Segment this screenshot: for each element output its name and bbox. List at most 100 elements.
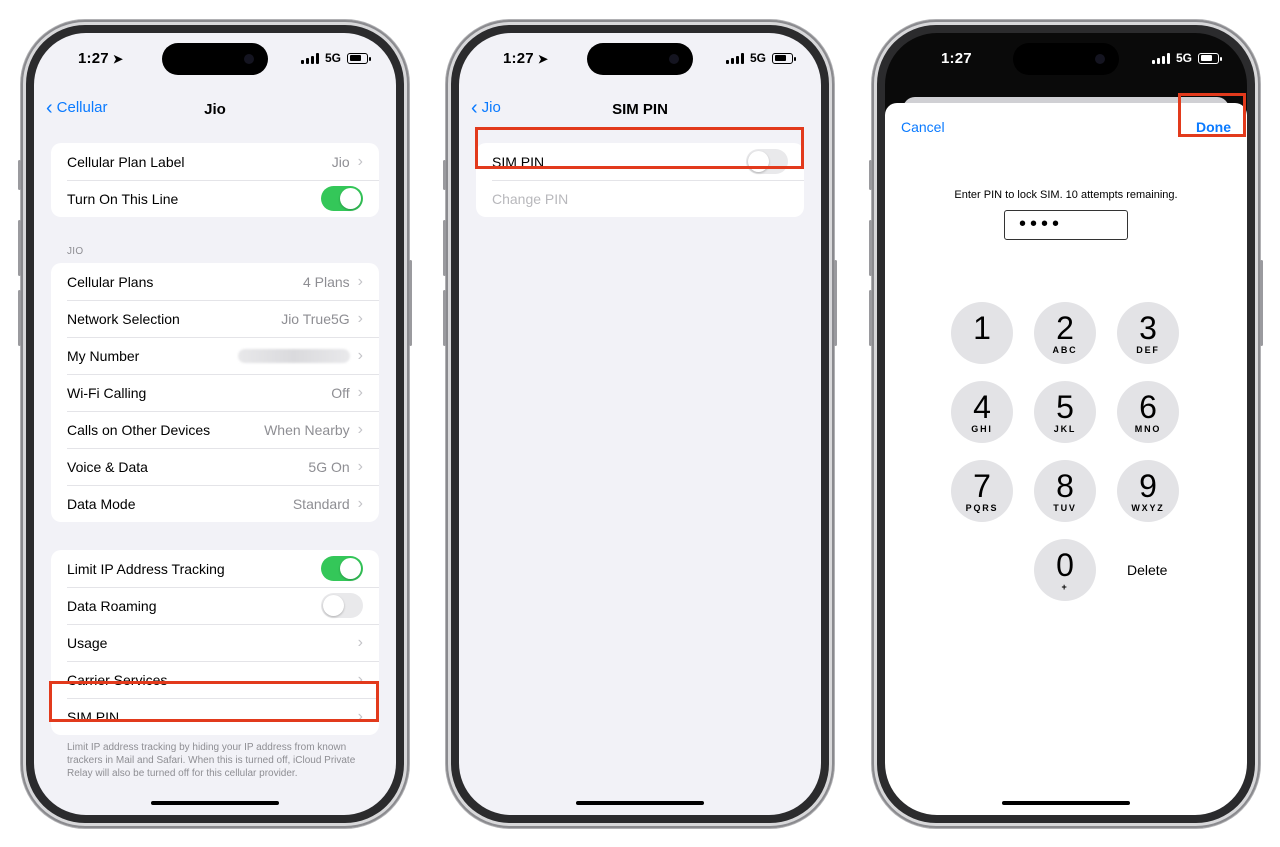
row-label: Voice & Data <box>67 458 148 475</box>
settings-group-jio: Cellular Plans 4 Plans › Network Selecti… <box>51 263 379 522</box>
key-letters: + <box>1061 581 1069 592</box>
network-type: 5G <box>1175 51 1192 65</box>
key-4[interactable]: 4 GHI <box>951 381 1013 443</box>
row-cellular-plan-label[interactable]: Cellular Plan Label Jio › <box>51 143 379 180</box>
key-digit: 7 <box>973 467 991 504</box>
chevron-right-icon: › <box>357 670 363 688</box>
key-letters: ABC <box>1052 344 1078 355</box>
home-indicator <box>151 801 279 805</box>
row-value: Standard <box>292 495 350 512</box>
key-digit: 4 <box>973 388 991 425</box>
row-voice-data[interactable]: Voice & Data 5G On › <box>51 448 379 485</box>
row-label: Limit IP Address Tracking <box>67 560 225 577</box>
status-time: 1:27 ➤ <box>78 50 124 67</box>
key-letters: JKL <box>1053 423 1077 434</box>
key-0[interactable]: 0 + <box>1034 539 1096 601</box>
key-letters: WXYZ <box>1131 502 1165 513</box>
row-limit-ip-tracking: Limit IP Address Tracking <box>51 550 379 587</box>
phone-sim-pin-settings: 1:27 ➤ 5G ‹ Jio SIM PIN SIM PIN Change PI… <box>443 20 837 828</box>
page-title: SIM PIN <box>612 101 668 118</box>
row-label: Calls on Other Devices <box>67 421 211 438</box>
row-label: My Number <box>67 347 140 364</box>
delete-button[interactable]: Delete <box>1127 562 1167 578</box>
key-2[interactable]: 2 ABC <box>1034 302 1096 364</box>
volume-up-button <box>18 220 21 276</box>
row-label: Data Roaming <box>67 597 157 614</box>
row-data-mode[interactable]: Data Mode Standard › <box>51 485 379 522</box>
done-button[interactable]: Done <box>1196 119 1231 135</box>
sim-pin-toggle[interactable] <box>746 149 788 174</box>
settings-group-privacy: Limit IP Address Tracking Data Roaming U… <box>51 550 379 735</box>
cancel-button[interactable]: Cancel <box>901 119 945 135</box>
screen: 1:27 ➤ 5G ‹ Cellular Jio Cellular Plan La… <box>34 33 396 815</box>
nav-bar: ‹ Cellular Jio <box>34 93 396 123</box>
dynamic-island <box>162 43 268 75</box>
key-7[interactable]: 7 PQRS <box>951 460 1013 522</box>
key-digit: 1 <box>973 309 991 346</box>
pin-input[interactable]: •••• <box>1004 210 1128 240</box>
network-type: 5G <box>324 51 341 65</box>
volume-down-button <box>18 290 21 346</box>
key-digit: 5 <box>1056 388 1074 425</box>
power-button <box>409 260 412 346</box>
row-wifi-calling[interactable]: Wi-Fi Calling Off › <box>51 374 379 411</box>
volume-down-button <box>443 290 446 346</box>
key-9[interactable]: 9 WXYZ <box>1117 460 1179 522</box>
row-label: Data Mode <box>67 495 136 512</box>
pin-prompt: Enter PIN to lock SIM. 10 attempts remai… <box>954 189 1178 201</box>
home-indicator <box>576 801 704 805</box>
chevron-right-icon: › <box>357 272 363 290</box>
row-calls-other-devices[interactable]: Calls on Other Devices When Nearby › <box>51 411 379 448</box>
row-label: Network Selection <box>67 310 180 327</box>
side-button <box>18 160 21 190</box>
key-digit: 0 <box>1056 546 1074 583</box>
key-5[interactable]: 5 JKL <box>1034 381 1096 443</box>
row-turn-on-this-line: Turn On This Line <box>51 180 379 217</box>
data-roaming-toggle[interactable] <box>321 593 363 618</box>
row-carrier-services[interactable]: Carrier Services › <box>51 661 379 698</box>
settings-group-line: Cellular Plan Label Jio › Turn On This L… <box>51 143 379 217</box>
row-value: Off <box>331 384 350 401</box>
row-label: Change PIN <box>492 190 569 207</box>
home-indicator <box>1002 801 1130 805</box>
key-digit: 2 <box>1056 309 1074 346</box>
row-label: SIM PIN <box>67 708 120 725</box>
dynamic-island <box>587 43 693 75</box>
dynamic-island <box>1013 43 1119 75</box>
pin-entry-sheet: Cancel Done Enter PIN to lock SIM. 10 at… <box>885 103 1247 815</box>
row-label: Turn On This Line <box>67 190 179 207</box>
turn-on-line-toggle[interactable] <box>321 186 363 211</box>
key-1[interactable]: 1 <box>951 302 1013 364</box>
nav-bar: ‹ Jio SIM PIN <box>459 93 821 123</box>
signal-icon <box>725 52 744 64</box>
key-digit: 3 <box>1139 309 1157 346</box>
status-time: 1:27 <box>941 50 972 67</box>
network-type: 5G <box>749 51 766 65</box>
settings-group-sim-pin: SIM PIN Change PIN <box>476 143 804 217</box>
key-digit: 9 <box>1139 467 1157 504</box>
volume-down-button <box>869 290 872 346</box>
section-header: JIO <box>67 246 84 257</box>
row-network-selection[interactable]: Network Selection Jio True5G › <box>51 300 379 337</box>
row-sim-pin-toggle: SIM PIN <box>476 143 804 180</box>
chevron-right-icon: › <box>357 383 363 401</box>
limit-ip-toggle[interactable] <box>321 556 363 581</box>
row-my-number[interactable]: My Number › <box>51 337 379 374</box>
blurred-phone-number <box>237 348 350 363</box>
row-cellular-plans[interactable]: Cellular Plans 4 Plans › <box>51 263 379 300</box>
key-digit: 6 <box>1139 388 1157 425</box>
screen: 1:27 5G Cancel Done Enter PIN to lock SI… <box>885 33 1247 815</box>
row-data-roaming: Data Roaming <box>51 587 379 624</box>
chevron-right-icon: › <box>357 152 363 170</box>
row-usage[interactable]: Usage › <box>51 624 379 661</box>
row-value: When Nearby <box>264 421 350 438</box>
row-value: Jio <box>331 153 350 170</box>
section-footer: Limit IP address tracking by hiding your… <box>67 742 356 779</box>
key-3[interactable]: 3 DEF <box>1117 302 1179 364</box>
battery-icon <box>772 52 796 64</box>
key-6[interactable]: 6 MNO <box>1117 381 1179 443</box>
key-letters: GHI <box>971 423 993 434</box>
row-value: 4 Plans <box>302 273 350 290</box>
key-8[interactable]: 8 TUV <box>1034 460 1096 522</box>
row-sim-pin[interactable]: SIM PIN › <box>51 698 379 735</box>
